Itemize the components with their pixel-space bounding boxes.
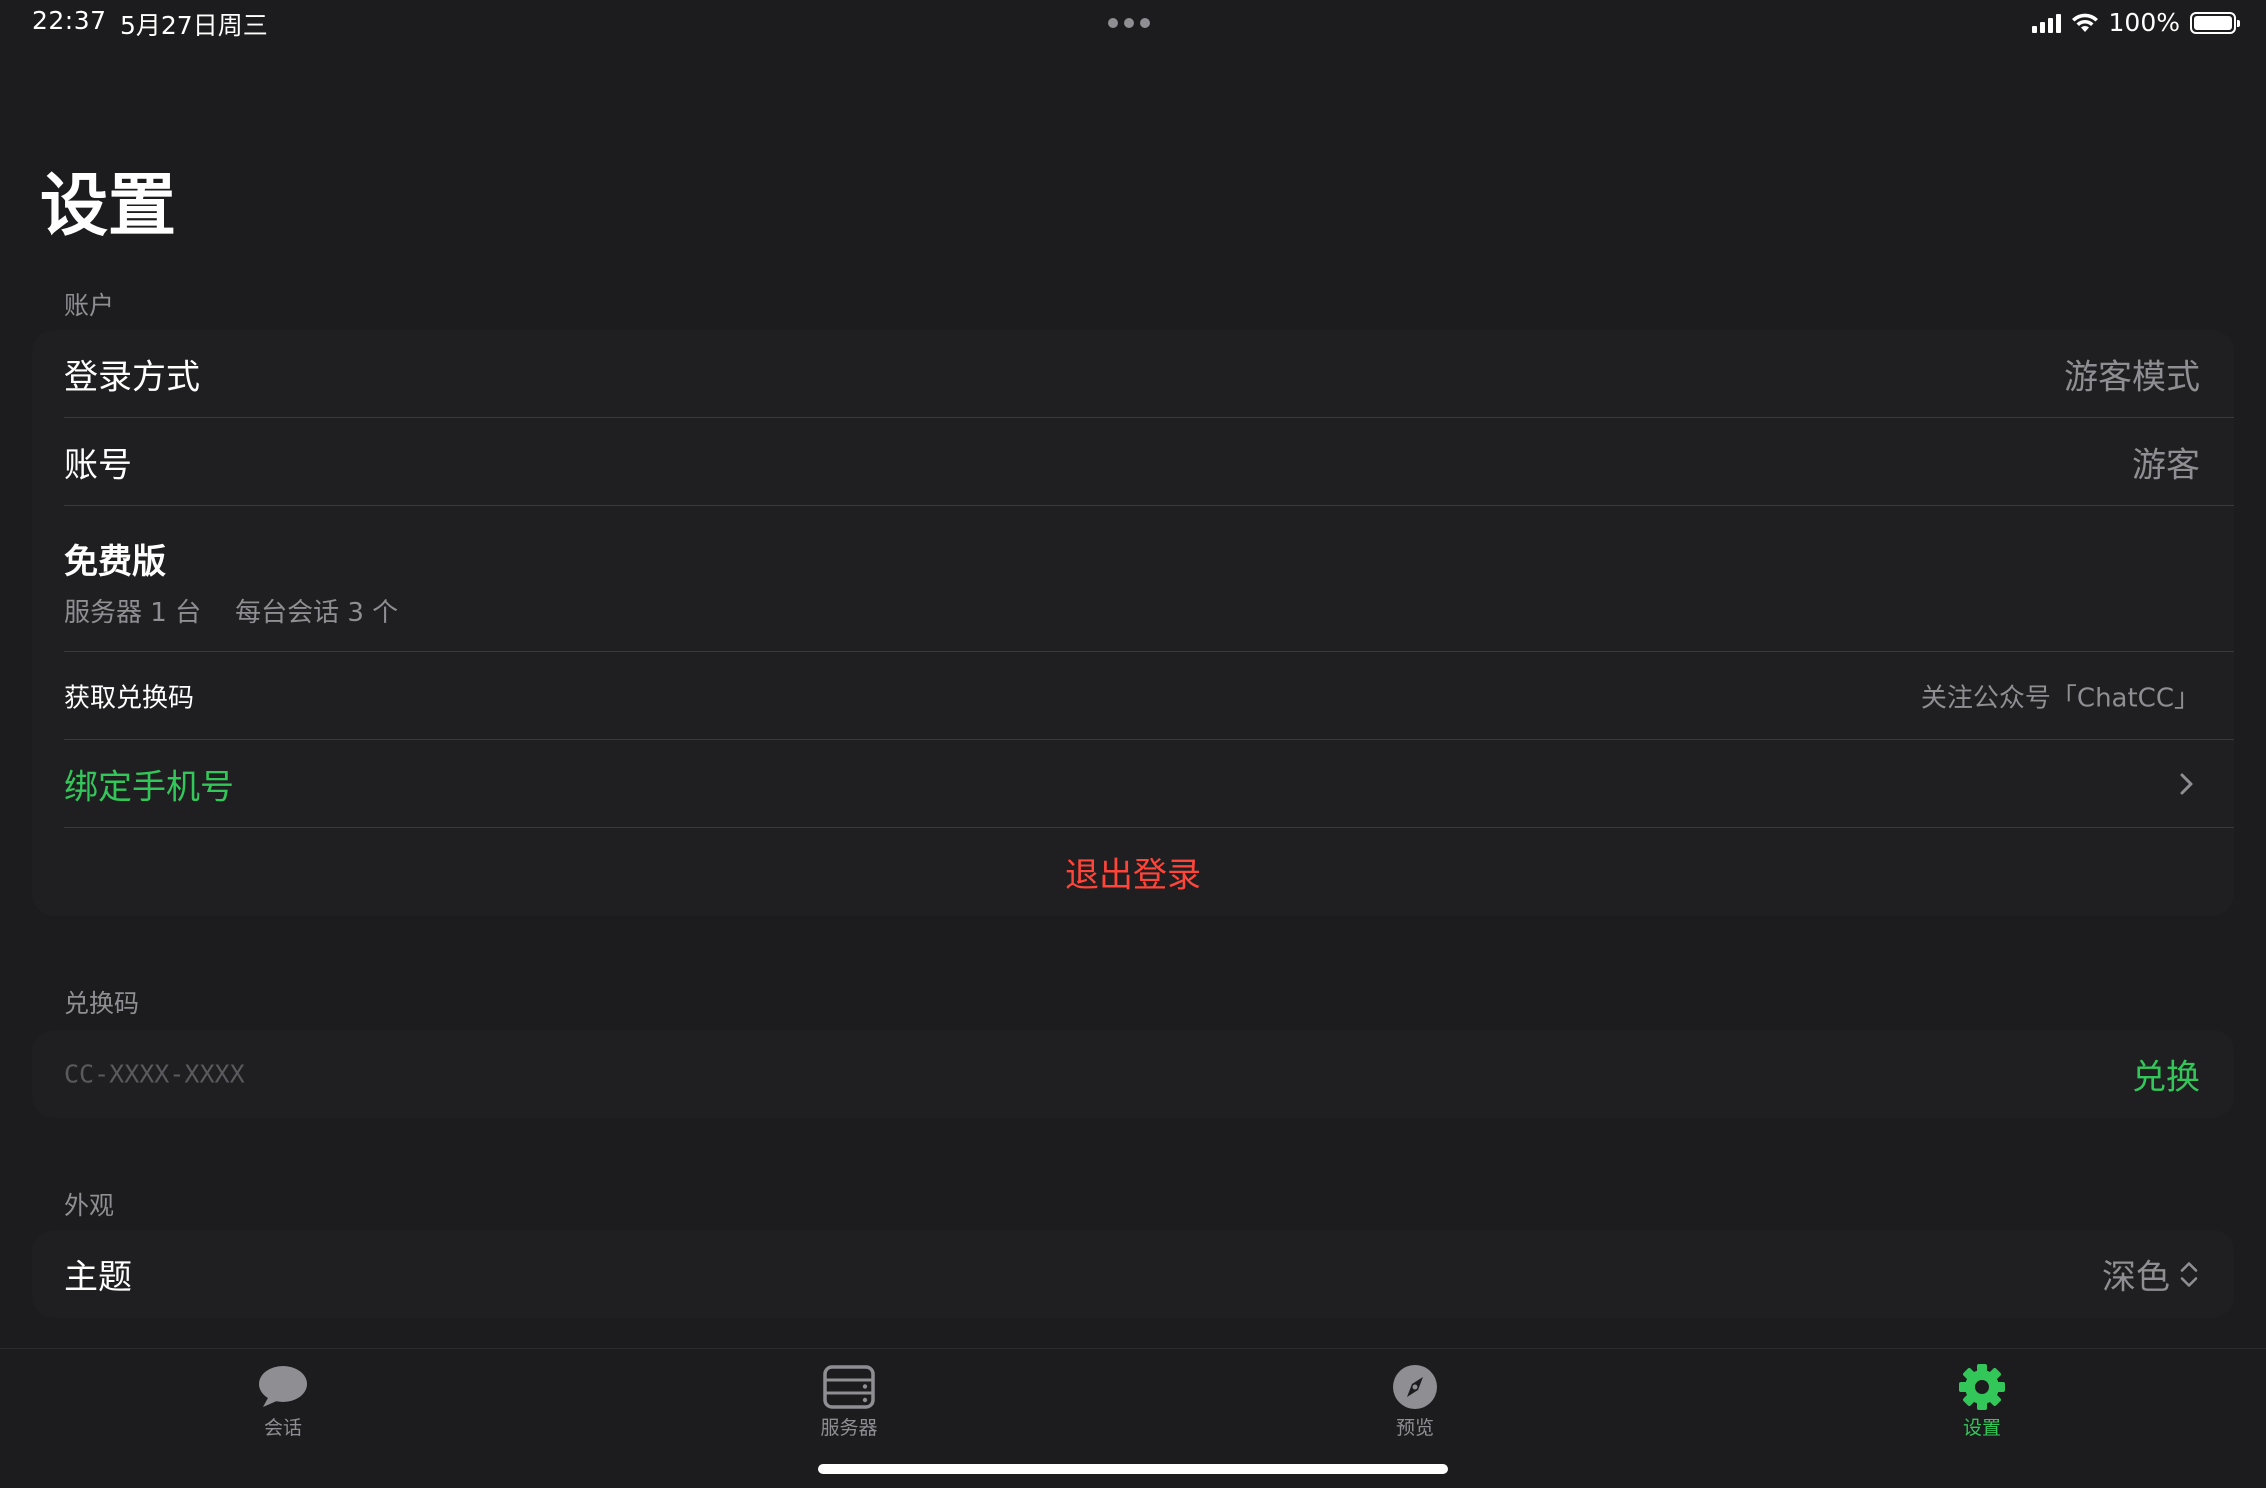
tab-servers[interactable]: 服务器 [789, 1363, 909, 1440]
login-method-label: 登录方式 [64, 357, 200, 398]
settings-screen: 22:37 5月27日周三 100% 设置 账户 登录方式 游客模式 账号 游客 [0, 0, 2266, 1488]
chat-bubble-icon [259, 1366, 307, 1407]
account-row: 账号 游客 [32, 418, 2234, 506]
theme-value: 深色 [2102, 1257, 2170, 1298]
plan-servers: 服务器 1 台 [64, 598, 202, 628]
status-time: 22:37 [32, 6, 107, 35]
plan-row: 免费版 服务器 1 台 每台会话 3 个 [32, 506, 2234, 652]
tab-settings-label: 设置 [1962, 1417, 2001, 1439]
cellular-signal-icon [2031, 13, 2061, 33]
tab-chat[interactable]: 会话 [223, 1363, 343, 1440]
plan-title: 免费版 [64, 542, 166, 582]
redeem-group: 兑换 [32, 1030, 2234, 1118]
server-icon [823, 1365, 875, 1409]
account-label: 账号 [64, 445, 132, 486]
tab-preview-label: 预览 [1395, 1417, 1434, 1439]
account-section-header: 账户 [64, 291, 115, 320]
theme-label: 主题 [64, 1257, 132, 1298]
appearance-section-header: 外观 [64, 1191, 115, 1220]
login-method-row: 登录方式 游客模式 [32, 330, 2234, 418]
wifi-icon [2071, 13, 2098, 32]
get-code-value: 关注公众号「ChatCC」 [1920, 683, 2200, 714]
theme-picker[interactable]: 深色 [2102, 1250, 2200, 1299]
plan-sessions: 每台会话 3 个 [235, 598, 399, 628]
status-indicators: 100% [2031, 8, 2240, 37]
account-group: 登录方式 游客模式 账号 游客 免费版 服务器 1 台 每台会话 3 个 获取兑… [32, 330, 2234, 916]
tab-servers-label: 服务器 [820, 1417, 878, 1439]
page-title: 设置 [40, 167, 177, 246]
status-bar: 22:37 5月27日周三 100% [0, 0, 2266, 48]
compass-icon [1393, 1365, 1437, 1409]
tab-preview[interactable]: 预览 [1355, 1363, 1475, 1440]
redeem-section-header: 兑换码 [64, 989, 140, 1018]
bind-phone-label: 绑定手机号 [64, 767, 234, 808]
redeem-button[interactable]: 兑换 [2132, 1050, 2200, 1099]
get-code-label: 获取兑换码 [64, 683, 195, 714]
multitasking-dots-icon[interactable] [1108, 18, 1150, 28]
chevron-right-icon [2180, 773, 2193, 795]
battery-percent: 100% [2108, 8, 2180, 37]
login-method-value: 游客模式 [2064, 357, 2200, 398]
battery-icon [2190, 11, 2240, 34]
chevron-up-down-icon [2180, 1261, 2198, 1287]
logout-label: 退出登录 [1065, 855, 1201, 896]
home-indicator[interactable] [818, 1464, 1448, 1474]
logout-button[interactable]: 退出登录 [32, 828, 2234, 916]
theme-row: 主题 深色 [32, 1230, 2234, 1318]
appearance-group: 主题 深色 [32, 1230, 2234, 1318]
bind-phone-button[interactable]: 绑定手机号 [32, 740, 2234, 828]
redeem-code-input[interactable] [64, 1059, 1564, 1089]
tab-settings[interactable]: 设置 [1922, 1363, 2042, 1440]
account-value: 游客 [2132, 445, 2200, 486]
gear-icon [1959, 1364, 2005, 1410]
get-code-row: 获取兑换码 关注公众号「ChatCC」 [32, 652, 2234, 740]
tab-chat-label: 会话 [263, 1417, 302, 1439]
plan-details: 服务器 1 台 每台会话 3 个 [64, 592, 398, 629]
status-date: 5月27日周三 [120, 11, 268, 40]
